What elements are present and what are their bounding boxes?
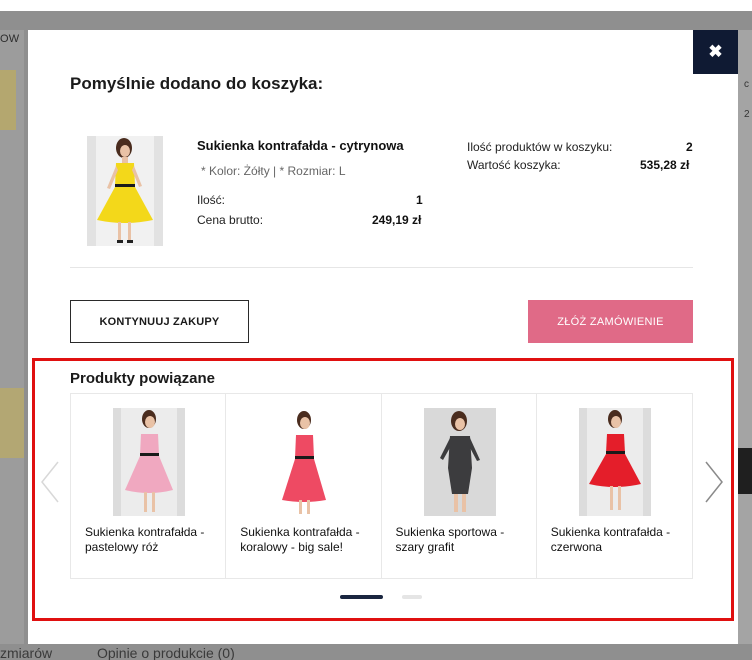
- tab-sizes[interactable]: zmiarów: [0, 645, 52, 660]
- cart-count-value: 2: [686, 140, 693, 154]
- bg-right-button: [738, 448, 752, 494]
- modal-title: Pomyślnie dodano do koszyka:: [70, 74, 324, 93]
- cart-count-label: Ilość produktów w koszyku:: [467, 140, 613, 154]
- page-topbar: [0, 0, 752, 11]
- product-name[interactable]: Sukienka kontrafałda - cytrynowa: [197, 138, 404, 153]
- continue-shopping-button[interactable]: KONTYNUUJ ZAKUPY: [70, 300, 249, 343]
- close-button[interactable]: ✖: [693, 30, 738, 74]
- price-value: 249,19 zł: [372, 213, 422, 227]
- cart-value-amount: 535,28 zł: [640, 158, 690, 172]
- quantity-value: 1: [416, 193, 423, 207]
- quantity-label: Ilość:: [197, 193, 226, 207]
- divider: [70, 267, 693, 268]
- highlight-frame: [32, 358, 734, 621]
- place-order-button[interactable]: ZŁÓŻ ZAMÓWIENIE: [528, 300, 693, 343]
- cart-value-label: Wartość koszyka:: [467, 158, 561, 172]
- bg-product-thumb: [0, 70, 16, 130]
- main-dress-fill: [115, 163, 135, 186]
- bg-product-thumb: [0, 388, 24, 458]
- product-attributes: * Kolor: Żółty | * Rozmiar: L: [201, 164, 346, 178]
- bg-right-fragment: c 2: [744, 79, 750, 120]
- close-icon: ✖: [708, 42, 723, 61]
- dress-image: [87, 136, 163, 246]
- price-label: Cena brutto:: [197, 213, 264, 227]
- tab-reviews[interactable]: Opinie o produkcie (0): [97, 645, 235, 660]
- bg-nav-fragment: OW: [0, 33, 20, 45]
- product-image: [87, 136, 163, 246]
